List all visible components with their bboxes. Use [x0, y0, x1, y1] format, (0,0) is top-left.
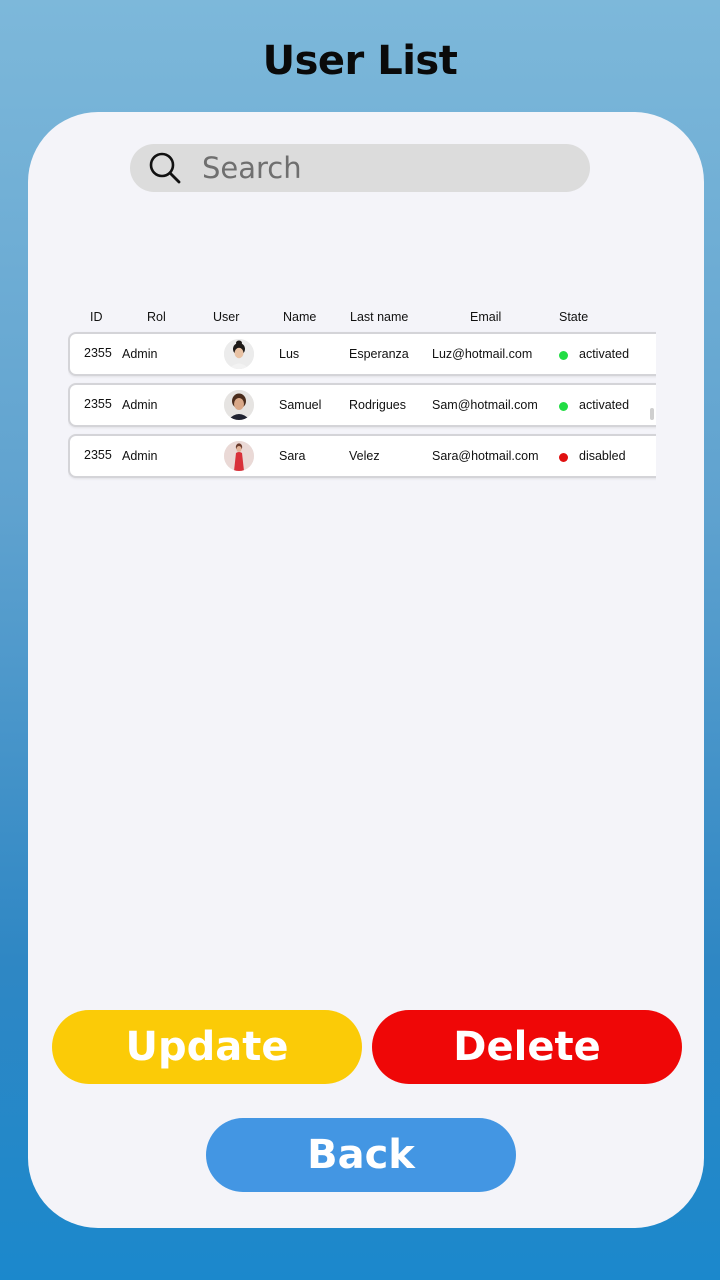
search-input[interactable] [202, 144, 572, 192]
table-row[interactable]: 2355 Admin Lus Esperanza Luz@hotmail.com… [68, 332, 656, 376]
status-dot [559, 453, 568, 462]
status-dot [559, 402, 568, 411]
column-header-email: Email [470, 310, 502, 324]
column-header-state: State [559, 310, 589, 324]
column-header-last-name: Last name [350, 310, 409, 324]
cell-email: Luz@hotmail.com [432, 347, 533, 361]
cell-name: Lus [279, 347, 300, 361]
user-avatar [224, 441, 254, 471]
cell-rol: Admin [122, 347, 158, 361]
column-header-user: User [213, 310, 240, 324]
back-button[interactable]: Back [206, 1118, 516, 1192]
cell-rol: Admin [122, 398, 158, 412]
column-header-rol: Rol [147, 310, 166, 324]
cell-id: 2355 [84, 397, 112, 411]
cell-last-name: Velez [349, 449, 380, 463]
user-avatar [224, 390, 254, 420]
update-button[interactable]: Update [52, 1010, 362, 1084]
search-bar[interactable] [130, 144, 590, 192]
cell-id: 2355 [84, 346, 112, 360]
user-avatar [224, 339, 254, 369]
cell-last-name: Esperanza [349, 347, 409, 361]
page-title: User List [262, 38, 458, 84]
cell-last-name: Rodrigues [349, 398, 406, 412]
cell-name: Sara [279, 449, 306, 463]
cell-id: 2355 [84, 448, 112, 462]
status-dot [559, 351, 568, 360]
table-row[interactable]: 2355 Admin Samuel Rodrigues Sam@hotmail.… [68, 383, 656, 427]
table-scrollbar[interactable] [650, 408, 654, 420]
cell-rol: Admin [122, 449, 158, 463]
cell-state: activated [579, 347, 630, 361]
delete-button[interactable]: Delete [372, 1010, 682, 1084]
users-table: ID Rol User Name Last name Email State 2… [68, 306, 656, 486]
cell-name: Samuel [279, 398, 322, 412]
cell-email: Sara@hotmail.com [432, 449, 539, 463]
cell-email: Sam@hotmail.com [432, 398, 538, 412]
cell-state: activated [579, 398, 630, 412]
column-header-name: Name [283, 310, 317, 324]
column-header-id: ID [90, 310, 103, 324]
table-row[interactable]: 2355 Admin Sara Velez Sara@hotmail.com d… [68, 434, 656, 478]
cell-state: disabled [579, 449, 626, 463]
table-header: ID Rol User Name Last name Email State [68, 306, 656, 330]
search-icon[interactable] [148, 151, 182, 185]
